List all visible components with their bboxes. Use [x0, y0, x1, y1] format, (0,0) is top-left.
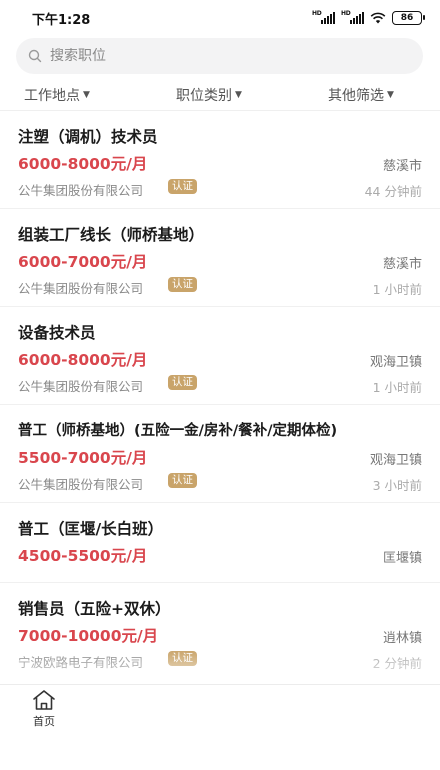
- job-salary: 5500-7000元/月: [18, 449, 148, 467]
- bottom-tab-bar: 首页: [0, 684, 440, 770]
- job-salary: 6000-8000元/月: [18, 155, 148, 173]
- job-list: 注塑（调机）技术员 6000-8000元/月 慈溪市 公牛集团股份有限公司 认证…: [0, 111, 440, 681]
- filter-job-category[interactable]: 职位类别 ▼: [176, 85, 242, 105]
- job-title: 注塑（调机）技术员: [18, 128, 158, 146]
- job-title: 普工（师桥基地）(五险一金/房补/餐补/定期体检): [18, 423, 338, 439]
- cellular-signal-2-icon: HD: [341, 10, 364, 24]
- job-salary: 6000-7000元/月: [18, 253, 148, 271]
- verified-badge: 认证: [168, 651, 197, 666]
- verified-badge: 认证: [168, 277, 197, 292]
- job-card[interactable]: 设备技术员 6000-8000元/月 观海卫镇 公牛集团股份有限公司 认证 1 …: [0, 307, 440, 405]
- job-location: 慈溪市: [382, 159, 422, 174]
- job-title: 销售员（五险+双休）: [18, 600, 171, 618]
- home-icon: [33, 690, 55, 710]
- cellular-signal-icon: HD: [312, 10, 335, 24]
- status-time: 下午1:28: [32, 12, 91, 28]
- job-title: 组装工厂线长（师桥基地）: [18, 226, 205, 244]
- post-time: 2 分钟前: [372, 656, 422, 671]
- wifi-icon: [370, 12, 386, 24]
- job-salary: 7000-10000元/月: [18, 627, 159, 645]
- verified-badge: 认证: [168, 179, 197, 194]
- search-bar[interactable]: [16, 38, 423, 74]
- company-name: 公牛集团股份有限公司: [18, 281, 144, 296]
- caret-down-icon: ▼: [387, 90, 394, 100]
- search-icon: [28, 49, 42, 63]
- tab-home[interactable]: 首页: [22, 689, 66, 729]
- post-time: 44 分钟前: [364, 184, 422, 199]
- job-location: 观海卫镇: [369, 453, 422, 468]
- company-name: 公牛集团股份有限公司: [18, 477, 144, 492]
- job-location: 观海卫镇: [369, 355, 422, 370]
- caret-down-icon: ▼: [83, 90, 90, 100]
- job-salary: 4500-5500元/月: [18, 547, 148, 565]
- verified-badge: 认证: [168, 375, 197, 390]
- company-name: 公牛集团股份有限公司: [18, 379, 144, 394]
- filter-other[interactable]: 其他筛选 ▼: [328, 85, 394, 105]
- post-time: 1 小时前: [372, 282, 422, 297]
- job-title: 设备技术员: [18, 324, 96, 342]
- job-title: 普工（匡堰/长白班）: [18, 520, 164, 538]
- job-card[interactable]: 普工（师桥基地）(五险一金/房补/餐补/定期体检) 5500-7000元/月 观…: [0, 405, 440, 503]
- job-card[interactable]: 组装工厂线长（师桥基地） 6000-7000元/月 慈溪市 公牛集团股份有限公司…: [0, 209, 440, 307]
- status-bar: 下午1:28 HD HD 86: [0, 0, 440, 36]
- filter-label: 职位类别: [176, 88, 232, 104]
- job-card[interactable]: 销售员（五险+双休） 7000-10000元/月 逍林镇 宁波欧路电子有限公司 …: [0, 583, 440, 681]
- job-location: 慈溪市: [382, 257, 422, 272]
- filter-bar: 工作地点 ▼ 职位类别 ▼ 其他筛选 ▼: [0, 82, 440, 108]
- verified-badge: 认证: [168, 473, 197, 488]
- caret-down-icon: ▼: [235, 90, 242, 100]
- job-salary: 6000-8000元/月: [18, 351, 148, 369]
- post-time: 1 小时前: [372, 380, 422, 395]
- job-location: 逍林镇: [382, 631, 422, 646]
- filter-work-location[interactable]: 工作地点 ▼: [24, 85, 90, 105]
- post-time: 3 小时前: [372, 478, 422, 493]
- job-card[interactable]: 普工（匡堰/长白班） 4500-5500元/月 匡堰镇: [0, 503, 440, 583]
- company-name: 宁波欧路电子有限公司: [18, 655, 144, 670]
- tab-home-label: 首页: [33, 715, 55, 728]
- search-input[interactable]: [50, 48, 390, 64]
- job-location: 匡堰镇: [382, 551, 422, 566]
- status-icons: HD HD 86: [312, 10, 425, 25]
- company-name: 公牛集团股份有限公司: [18, 183, 144, 198]
- filter-label: 工作地点: [24, 88, 80, 104]
- job-card[interactable]: 注塑（调机）技术员 6000-8000元/月 慈溪市 公牛集团股份有限公司 认证…: [0, 111, 440, 209]
- filter-label: 其他筛选: [328, 88, 384, 104]
- battery-icon: 86: [392, 11, 425, 25]
